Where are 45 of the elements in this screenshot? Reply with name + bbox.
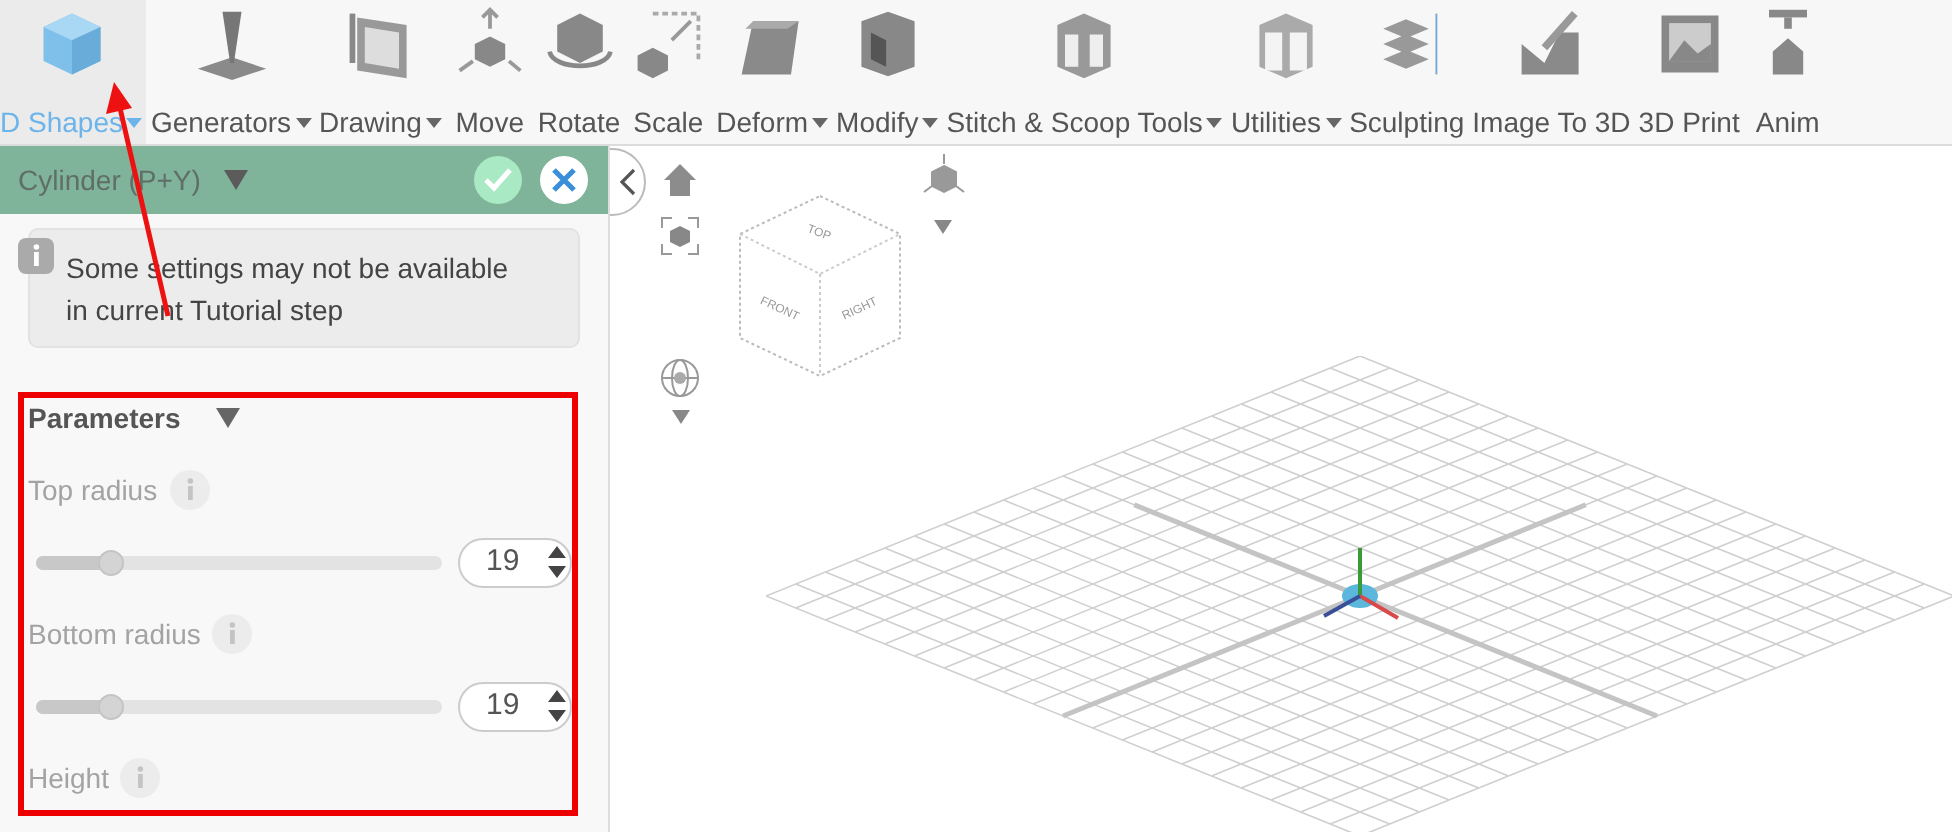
caret-icon[interactable] bbox=[672, 410, 690, 424]
checkmark-icon bbox=[484, 168, 512, 192]
caret-icon[interactable] bbox=[934, 220, 952, 234]
caret-icon bbox=[922, 118, 939, 128]
info-icon[interactable] bbox=[212, 614, 253, 654]
toolbar-button[interactable]: 3D Print bbox=[1634, 0, 1744, 144]
toolbar-button[interactable]: Utilities bbox=[1226, 0, 1346, 144]
caret-icon[interactable] bbox=[216, 408, 241, 428]
close-icon bbox=[552, 168, 576, 192]
toolbar-button[interactable]: Scale bbox=[624, 0, 713, 144]
toolbar-button[interactable]: Anim bbox=[1743, 0, 1832, 144]
toolbar-button[interactable]: Sculpting bbox=[1345, 0, 1469, 144]
toolbar-button[interactable]: Generators bbox=[146, 0, 316, 144]
parameter-label: Height bbox=[28, 759, 109, 798]
caret-icon bbox=[425, 118, 442, 128]
caret-icon bbox=[295, 118, 312, 128]
caret-icon bbox=[126, 118, 143, 128]
spinner-icon[interactable] bbox=[548, 690, 566, 722]
section-title[interactable]: Parameters bbox=[28, 397, 181, 439]
slider-track[interactable] bbox=[36, 555, 442, 569]
slider-track[interactable] bbox=[36, 699, 442, 713]
caret-icon[interactable] bbox=[224, 170, 249, 190]
info-icon[interactable] bbox=[120, 758, 161, 798]
caret-icon bbox=[1325, 118, 1342, 128]
confirm-button[interactable] bbox=[474, 156, 522, 204]
caret-icon bbox=[1206, 118, 1223, 128]
home-icon[interactable] bbox=[662, 162, 698, 198]
parameter-label: Bottom radius bbox=[28, 615, 201, 653]
spinner-icon[interactable] bbox=[548, 546, 566, 578]
info-icon bbox=[18, 238, 54, 274]
toolbar-button[interactable]: Stitch & Scoop Tools bbox=[942, 0, 1227, 144]
toolbar-button[interactable]: Deform bbox=[712, 0, 833, 144]
toolbar-button[interactable]: Rotate bbox=[533, 0, 625, 144]
parameter-label: Top radius bbox=[28, 471, 158, 510]
toolbar-button[interactable]: Move bbox=[445, 0, 534, 144]
toolbar-button[interactable]: Drawing bbox=[315, 0, 446, 144]
toolbar-button[interactable]: Image To 3D bbox=[1468, 0, 1635, 144]
toolbar-button[interactable]: Modify bbox=[832, 0, 943, 144]
info-icon[interactable] bbox=[169, 470, 210, 510]
close-button[interactable] bbox=[540, 156, 588, 204]
perspective-icon[interactable] bbox=[922, 154, 966, 198]
fit-view-icon[interactable] bbox=[660, 216, 700, 256]
chevron-left-icon bbox=[620, 168, 636, 196]
caret-icon bbox=[812, 118, 829, 128]
globe-icon[interactable] bbox=[660, 358, 700, 398]
